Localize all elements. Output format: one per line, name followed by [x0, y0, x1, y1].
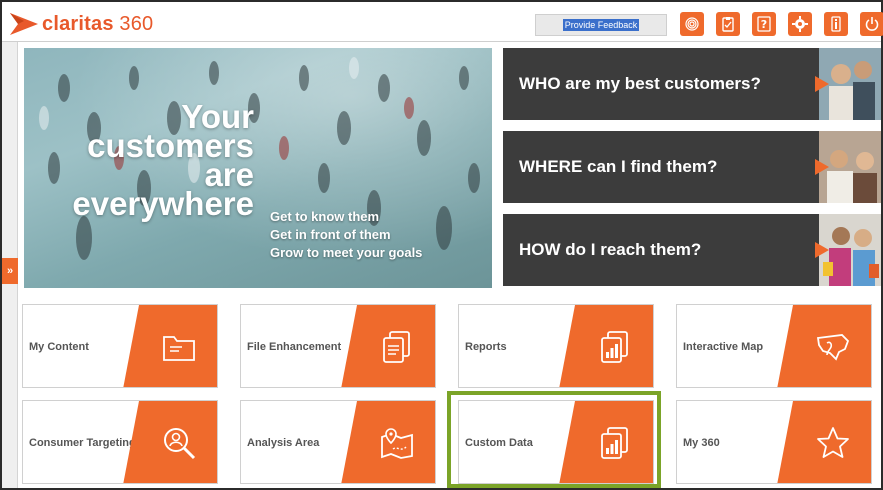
- arrow-right-icon: [815, 76, 829, 92]
- where-question-text: WHERE can I find them?: [519, 157, 718, 176]
- gear-icon: [792, 16, 808, 32]
- hero-subtext: Get to know them Get in front of them Gr…: [270, 209, 423, 260]
- magnify-person-icon: [161, 425, 197, 461]
- provide-feedback-button[interactable]: Provide Feedback: [535, 14, 667, 36]
- svg-text:?: ?: [761, 18, 767, 31]
- power-icon: [865, 17, 879, 31]
- logout-button[interactable]: [860, 12, 883, 36]
- tile-my-content[interactable]: My Content: [22, 304, 218, 388]
- settings-button[interactable]: [788, 12, 812, 36]
- tile-interactive-map[interactable]: Interactive Map: [676, 304, 872, 388]
- clipboard-icon: [722, 17, 734, 32]
- claritas-logo[interactable]: claritas 360: [10, 12, 153, 36]
- star-icon: [815, 425, 851, 461]
- expand-sidebar-toggle[interactable]: »: [2, 258, 18, 284]
- tile-analysis-area[interactable]: Analysis Area: [240, 400, 436, 484]
- documents-icon: [379, 329, 415, 365]
- how-reach-them-panel[interactable]: HOW do I reach them?: [503, 214, 881, 286]
- fingerprint-button[interactable]: [680, 12, 704, 36]
- tile-file-enhancement[interactable]: File Enhancement: [240, 304, 436, 388]
- logo-text: claritas 360: [42, 12, 154, 35]
- who-best-customers-panel[interactable]: WHO are my best customers?: [503, 48, 881, 120]
- header-icon-bar: ?: [680, 12, 883, 36]
- arrow-right-icon: [815, 242, 829, 258]
- tile-reports[interactable]: Reports: [458, 304, 654, 388]
- how-question-text: HOW do I reach them?: [519, 240, 702, 259]
- tile-consumer-targeting[interactable]: Consumer Targeting: [22, 400, 218, 484]
- help-icon: ?: [757, 16, 771, 32]
- help-button[interactable]: ?: [752, 12, 776, 36]
- report-chart-icon: [597, 329, 633, 365]
- provide-feedback-label: Provide Feedback: [562, 19, 640, 31]
- custom-data-highlight: [447, 391, 661, 488]
- map-pin-icon: [379, 425, 415, 461]
- info-icon: [831, 16, 841, 32]
- who-question-text: WHO are my best customers?: [519, 74, 761, 93]
- hero-headline: Your customers are everywhere: [72, 98, 254, 222]
- hero-banner: Your customers are everywhere Get to kno…: [24, 48, 492, 288]
- folder-icon: [161, 329, 197, 365]
- arrow-right-icon: [815, 159, 829, 175]
- where-find-them-panel[interactable]: WHERE can I find them?: [503, 131, 881, 203]
- claritas-logo-mark-icon: [10, 13, 38, 35]
- top-header: claritas 360 Provide Feedback ?: [2, 2, 883, 42]
- usa-map-icon: [815, 329, 851, 365]
- tile-my-360[interactable]: My 360: [676, 400, 872, 484]
- clipboard-button[interactable]: [716, 12, 740, 36]
- info-button[interactable]: [824, 12, 848, 36]
- fingerprint-icon: [685, 17, 699, 31]
